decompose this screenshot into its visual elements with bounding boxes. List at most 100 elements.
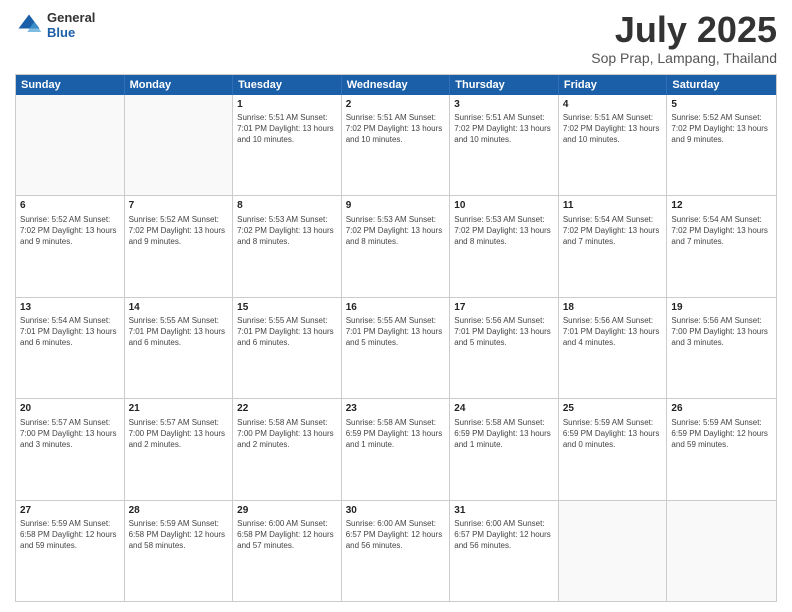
location: Sop Prap, Lampang, Thailand	[591, 50, 777, 66]
day-number: 4	[563, 98, 663, 112]
calendar-day-empty	[559, 501, 668, 601]
calendar-day-24: 24Sunrise: 5:58 AM Sunset: 6:59 PM Dayli…	[450, 399, 559, 499]
calendar-row-5: 27Sunrise: 5:59 AM Sunset: 6:58 PM Dayli…	[16, 501, 776, 601]
day-number: 25	[563, 402, 663, 416]
calendar-day-25: 25Sunrise: 5:59 AM Sunset: 6:59 PM Dayli…	[559, 399, 668, 499]
day-detail: Sunrise: 5:58 AM Sunset: 7:00 PM Dayligh…	[237, 417, 337, 451]
calendar-day-18: 18Sunrise: 5:56 AM Sunset: 7:01 PM Dayli…	[559, 298, 668, 398]
calendar-day-29: 29Sunrise: 6:00 AM Sunset: 6:58 PM Dayli…	[233, 501, 342, 601]
day-detail: Sunrise: 5:54 AM Sunset: 7:02 PM Dayligh…	[563, 214, 663, 248]
day-detail: Sunrise: 5:57 AM Sunset: 7:00 PM Dayligh…	[20, 417, 120, 451]
calendar-day-8: 8Sunrise: 5:53 AM Sunset: 7:02 PM Daylig…	[233, 196, 342, 296]
calendar-day-12: 12Sunrise: 5:54 AM Sunset: 7:02 PM Dayli…	[667, 196, 776, 296]
day-detail: Sunrise: 5:56 AM Sunset: 7:01 PM Dayligh…	[563, 315, 663, 349]
calendar-day-10: 10Sunrise: 5:53 AM Sunset: 7:02 PM Dayli…	[450, 196, 559, 296]
page: General Blue July 2025 Sop Prap, Lampang…	[0, 0, 792, 612]
day-detail: Sunrise: 5:51 AM Sunset: 7:02 PM Dayligh…	[454, 112, 554, 146]
calendar-day-27: 27Sunrise: 5:59 AM Sunset: 6:58 PM Dayli…	[16, 501, 125, 601]
calendar-day-31: 31Sunrise: 6:00 AM Sunset: 6:57 PM Dayli…	[450, 501, 559, 601]
day-number: 18	[563, 301, 663, 315]
calendar-day-30: 30Sunrise: 6:00 AM Sunset: 6:57 PM Dayli…	[342, 501, 451, 601]
logo-blue-text: Blue	[47, 25, 95, 40]
calendar-body: 1Sunrise: 5:51 AM Sunset: 7:01 PM Daylig…	[16, 95, 776, 601]
calendar: SundayMondayTuesdayWednesdayThursdayFrid…	[15, 74, 777, 602]
calendar-row-2: 6 Sunrise: 5:52 AM Sunset: 7:02 PM Daylig…	[16, 196, 776, 297]
day-number: 3	[454, 98, 554, 112]
day-detail: Sunrise: 6:00 AM Sunset: 6:58 PM Dayligh…	[237, 518, 337, 552]
day-detail: Sunrise: 5:58 AM Sunset: 6:59 PM Dayligh…	[454, 417, 554, 451]
day-number: 12	[671, 199, 772, 213]
day-number: 28	[129, 504, 229, 518]
day-detail: Sunrise: 5:53 AM Sunset: 7:02 PM Dayligh…	[346, 214, 446, 248]
day-number: 11	[563, 199, 663, 213]
day-detail: Sunrise: 5:53 AM Sunset: 7:02 PM Dayligh…	[237, 214, 337, 248]
header-day-wednesday: Wednesday	[342, 75, 451, 95]
logo-general-text: General	[47, 10, 95, 25]
calendar-day-7: 7Sunrise: 5:52 AM Sunset: 7:02 PM Daylig…	[125, 196, 234, 296]
calendar-day-11: 11Sunrise: 5:54 AM Sunset: 7:02 PM Dayli…	[559, 196, 668, 296]
day-detail: Sunrise: 5:56 AM Sunset: 7:01 PM Dayligh…	[454, 315, 554, 349]
day-number: 21	[129, 402, 229, 416]
day-detail: Sunrise: 5:52 AM Sunset: 7:02 PM Dayligh…	[671, 112, 772, 146]
calendar-day-4: 4Sunrise: 5:51 AM Sunset: 7:02 PM Daylig…	[559, 95, 668, 195]
day-detail: Sunrise: 5:56 AM Sunset: 7:00 PM Dayligh…	[671, 315, 772, 349]
calendar-day-13: 13Sunrise: 5:54 AM Sunset: 7:01 PM Dayli…	[16, 298, 125, 398]
calendar-day-23: 23Sunrise: 5:58 AM Sunset: 6:59 PM Dayli…	[342, 399, 451, 499]
calendar-day-17: 17Sunrise: 5:56 AM Sunset: 7:01 PM Dayli…	[450, 298, 559, 398]
calendar-day-5: 5Sunrise: 5:52 AM Sunset: 7:02 PM Daylig…	[667, 95, 776, 195]
day-number: 15	[237, 301, 337, 315]
day-number: 24	[454, 402, 554, 416]
day-detail: Sunrise: 5:58 AM Sunset: 6:59 PM Dayligh…	[346, 417, 446, 451]
calendar-day-empty	[16, 95, 125, 195]
calendar-day-16: 16Sunrise: 5:55 AM Sunset: 7:01 PM Dayli…	[342, 298, 451, 398]
day-number: 26	[671, 402, 772, 416]
day-number: 31	[454, 504, 554, 518]
day-number: 9	[346, 199, 446, 213]
calendar-day-21: 21Sunrise: 5:57 AM Sunset: 7:00 PM Dayli…	[125, 399, 234, 499]
day-detail: Sunrise: 5:51 AM Sunset: 7:02 PM Dayligh…	[563, 112, 663, 146]
calendar-day-6: 6Sunrise: 5:52 AM Sunset: 7:02 PM Daylig…	[16, 196, 125, 296]
day-detail: Sunrise: 5:52 AM Sunset: 7:02 PM Dayligh…	[129, 214, 229, 248]
header-day-monday: Monday	[125, 75, 234, 95]
day-number: 2	[346, 98, 446, 112]
day-number: 10	[454, 199, 554, 213]
day-number: 16	[346, 301, 446, 315]
calendar-day-empty	[667, 501, 776, 601]
day-number: 29	[237, 504, 337, 518]
calendar-day-26: 26Sunrise: 5:59 AM Sunset: 6:59 PM Dayli…	[667, 399, 776, 499]
day-number: 14	[129, 301, 229, 315]
calendar-day-empty	[125, 95, 234, 195]
calendar-day-2: 2Sunrise: 5:51 AM Sunset: 7:02 PM Daylig…	[342, 95, 451, 195]
day-number: 1	[237, 98, 337, 112]
header-day-tuesday: Tuesday	[233, 75, 342, 95]
day-detail: Sunrise: 5:59 AM Sunset: 6:59 PM Dayligh…	[563, 417, 663, 451]
day-number: 6	[20, 199, 120, 213]
day-detail: Sunrise: 6:00 AM Sunset: 6:57 PM Dayligh…	[454, 518, 554, 552]
day-detail: Sunrise: 5:55 AM Sunset: 7:01 PM Dayligh…	[129, 315, 229, 349]
day-number: 23	[346, 402, 446, 416]
calendar-day-28: 28Sunrise: 5:59 AM Sunset: 6:58 PM Dayli…	[125, 501, 234, 601]
day-detail: Sunrise: 5:59 AM Sunset: 6:58 PM Dayligh…	[20, 518, 120, 552]
calendar-day-9: 9Sunrise: 5:53 AM Sunset: 7:02 PM Daylig…	[342, 196, 451, 296]
day-number: 13	[20, 301, 120, 315]
day-number: 20	[20, 402, 120, 416]
logo: General Blue	[15, 10, 95, 40]
calendar-day-3: 3Sunrise: 5:51 AM Sunset: 7:02 PM Daylig…	[450, 95, 559, 195]
header-day-sunday: Sunday	[16, 75, 125, 95]
day-detail: Sunrise: 5:51 AM Sunset: 7:02 PM Dayligh…	[346, 112, 446, 146]
day-number: 19	[671, 301, 772, 315]
day-detail: Sunrise: 5:54 AM Sunset: 7:01 PM Dayligh…	[20, 315, 120, 349]
calendar-row-4: 20Sunrise: 5:57 AM Sunset: 7:00 PM Dayli…	[16, 399, 776, 500]
calendar-day-1: 1Sunrise: 5:51 AM Sunset: 7:01 PM Daylig…	[233, 95, 342, 195]
calendar-day-20: 20Sunrise: 5:57 AM Sunset: 7:00 PM Dayli…	[16, 399, 125, 499]
day-detail: Sunrise: 5:55 AM Sunset: 7:01 PM Dayligh…	[346, 315, 446, 349]
day-number: 7	[129, 199, 229, 213]
calendar-day-15: 15Sunrise: 5:55 AM Sunset: 7:01 PM Dayli…	[233, 298, 342, 398]
day-number: 27	[20, 504, 120, 518]
day-number: 22	[237, 402, 337, 416]
header: General Blue July 2025 Sop Prap, Lampang…	[15, 10, 777, 66]
header-day-saturday: Saturday	[667, 75, 776, 95]
calendar-row-3: 13Sunrise: 5:54 AM Sunset: 7:01 PM Dayli…	[16, 298, 776, 399]
day-detail: Sunrise: 5:51 AM Sunset: 7:01 PM Dayligh…	[237, 112, 337, 146]
day-detail: Sunrise: 5:53 AM Sunset: 7:02 PM Dayligh…	[454, 214, 554, 248]
